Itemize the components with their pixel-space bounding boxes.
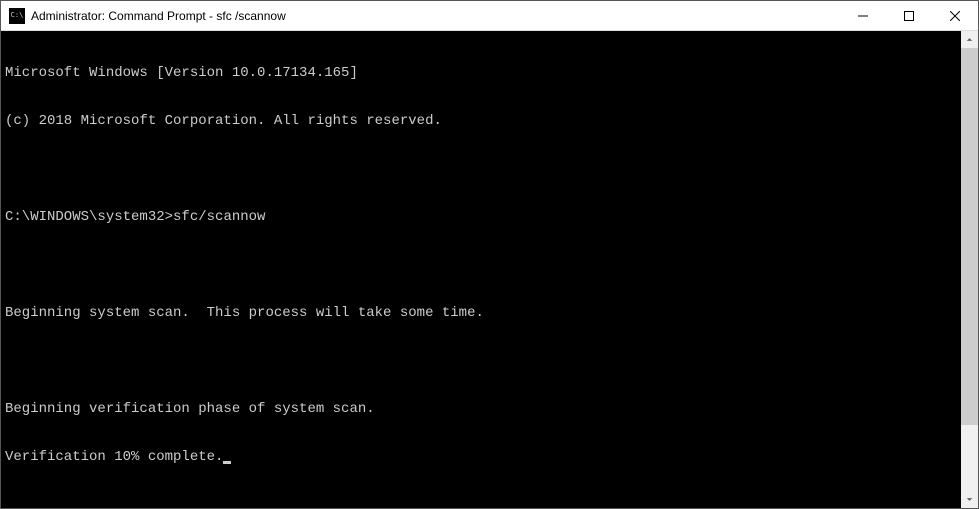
output-line-begin-scan: Beginning system scan. This process will… <box>5 305 957 321</box>
prompt-line: C:\WINDOWS\system32>sfc/scannow <box>5 209 957 225</box>
output-line-copyright: (c) 2018 Microsoft Corporation. All righ… <box>5 113 957 129</box>
output-blank <box>5 161 957 177</box>
chevron-down-icon <box>966 496 973 503</box>
maximize-button[interactable] <box>886 1 932 30</box>
cursor <box>223 461 231 464</box>
output-blank <box>5 353 957 369</box>
scrollbar-track[interactable] <box>961 48 978 491</box>
titlebar[interactable]: Administrator: Command Prompt - sfc /sca… <box>1 1 978 31</box>
scroll-down-button[interactable] <box>961 491 978 508</box>
output-line-version: Microsoft Windows [Version 10.0.17134.16… <box>5 65 957 81</box>
output-blank <box>5 257 957 273</box>
vertical-scrollbar[interactable] <box>961 31 978 508</box>
command-text: sfc/scannow <box>173 209 265 225</box>
window-controls <box>840 1 978 30</box>
progress-text: Verification 10% complete. <box>5 449 223 465</box>
window-title: Administrator: Command Prompt - sfc /sca… <box>31 9 840 23</box>
prompt: C:\WINDOWS\system32> <box>5 209 173 225</box>
scroll-up-button[interactable] <box>961 31 978 48</box>
cmd-icon <box>9 8 25 24</box>
minimize-button[interactable] <box>840 1 886 30</box>
output-line-progress: Verification 10% complete. <box>5 449 957 465</box>
maximize-icon <box>904 11 914 21</box>
minimize-icon <box>858 11 868 21</box>
close-button[interactable] <box>932 1 978 30</box>
close-icon <box>950 11 960 21</box>
chevron-up-icon <box>966 36 973 43</box>
client-area: Microsoft Windows [Version 10.0.17134.16… <box>1 31 978 508</box>
command-prompt-window: Administrator: Command Prompt - sfc /sca… <box>0 0 979 509</box>
output-line-begin-verify: Beginning verification phase of system s… <box>5 401 957 417</box>
scrollbar-thumb[interactable] <box>961 48 978 425</box>
terminal-output[interactable]: Microsoft Windows [Version 10.0.17134.16… <box>1 31 961 508</box>
